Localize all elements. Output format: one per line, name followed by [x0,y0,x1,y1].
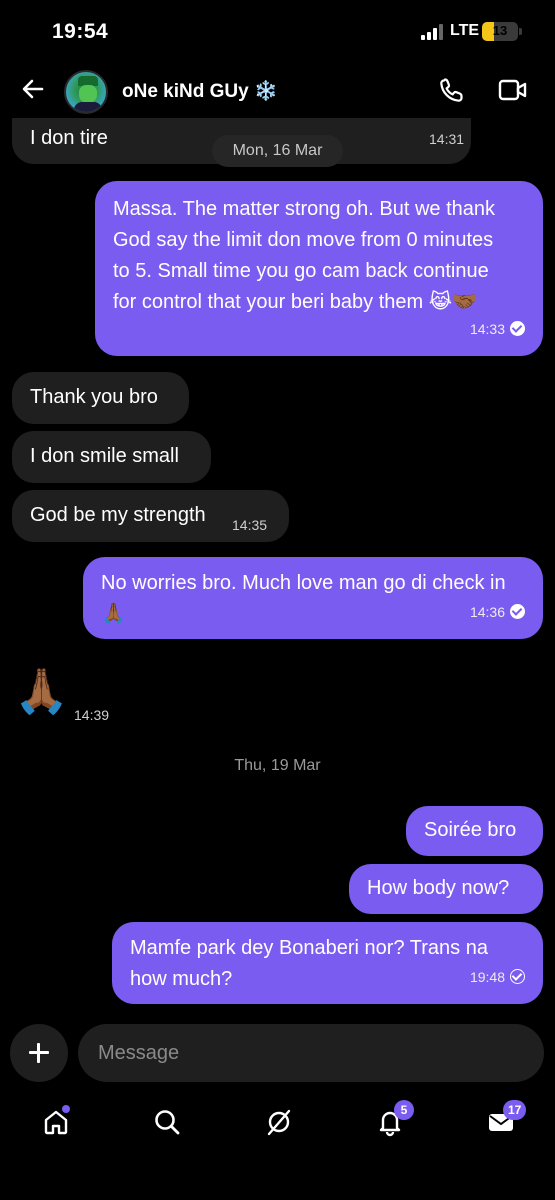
signal-icon [421,24,443,40]
message-text: No worries bro. Much love man go di chec… [101,572,506,625]
message-text: Thank you bro [30,386,158,408]
back-arrow-icon[interactable] [18,74,48,104]
message-composer [0,1020,555,1090]
status-bar: 19:54 LTE 13 [0,0,555,62]
message-outgoing[interactable]: Mamfe park dey Bonaberi nor? Trans na ho… [112,922,543,1004]
network-type: LTE [450,22,480,39]
date-divider: Mon, 16 Mar [212,135,343,167]
phone-icon[interactable] [438,76,466,104]
message-time-label: 19:48 [469,969,505,985]
battery-cap [519,28,522,35]
message-outgoing[interactable]: Soirée bro [406,806,543,856]
message-text: I don tire [30,127,108,149]
date-divider: Thu, 19 Mar [234,757,321,774]
sent-check-icon [510,969,525,984]
read-check-icon [510,604,525,619]
messages-badge: 17 [503,1100,527,1120]
home-new-dot [62,1105,70,1113]
notifications-badge: 5 [394,1100,414,1120]
plus-icon[interactable] [10,1024,68,1082]
bottom-nav: 5 17 [0,1090,555,1200]
home-icon[interactable] [38,1104,74,1140]
message-emoji[interactable]: 🙏🏾 [14,667,69,717]
message-input[interactable] [78,1024,544,1082]
battery-icon: 13 [482,22,518,41]
battery-level: 13 [492,23,508,38]
avatar[interactable] [64,70,108,114]
message-text: God be my strength [30,504,206,526]
message-outgoing[interactable]: How body now? [349,864,543,914]
message-time: 19:48 [470,962,525,993]
message-text: Massa. The matter strong oh. But we than… [113,198,496,313]
message-time: 14:39 [74,707,110,723]
message-incoming[interactable]: Thank you bro [12,372,189,424]
message-outgoing[interactable]: Massa. The matter strong oh. But we than… [95,181,543,356]
message-text: How body now? [367,877,510,899]
message-outgoing[interactable]: No worries bro. Much love man go di chec… [83,557,543,639]
message-incoming[interactable]: God be my strength 14:35 [12,490,289,542]
message-time: 14:36 [470,597,525,628]
read-check-icon [510,321,525,336]
chat-messages[interactable]: I don tire 14:31 Mon, 16 Mar Massa. The … [0,118,555,1020]
message-time: 14:31 [429,131,465,147]
message-text: I don smile small [30,445,179,467]
message-time-label: 14:33 [469,321,505,337]
message-text: Soirée bro [424,819,517,841]
bell-icon[interactable]: 5 [372,1100,414,1140]
grok-icon[interactable] [261,1104,297,1140]
message-time-label: 14:36 [469,604,505,620]
status-time: 19:54 [52,20,109,43]
contact-name[interactable]: oNe kiNd GUy ❄️ [122,79,278,103]
video-icon[interactable] [498,78,528,102]
mail-icon[interactable]: 17 [483,1100,527,1140]
search-icon[interactable] [149,1104,185,1140]
message-incoming[interactable]: I don smile small [12,431,211,483]
message-time: 14:33 [470,314,525,345]
message-time: 14:35 [232,517,268,533]
chat-header: oNe kiNd GUy ❄️ [0,62,555,118]
